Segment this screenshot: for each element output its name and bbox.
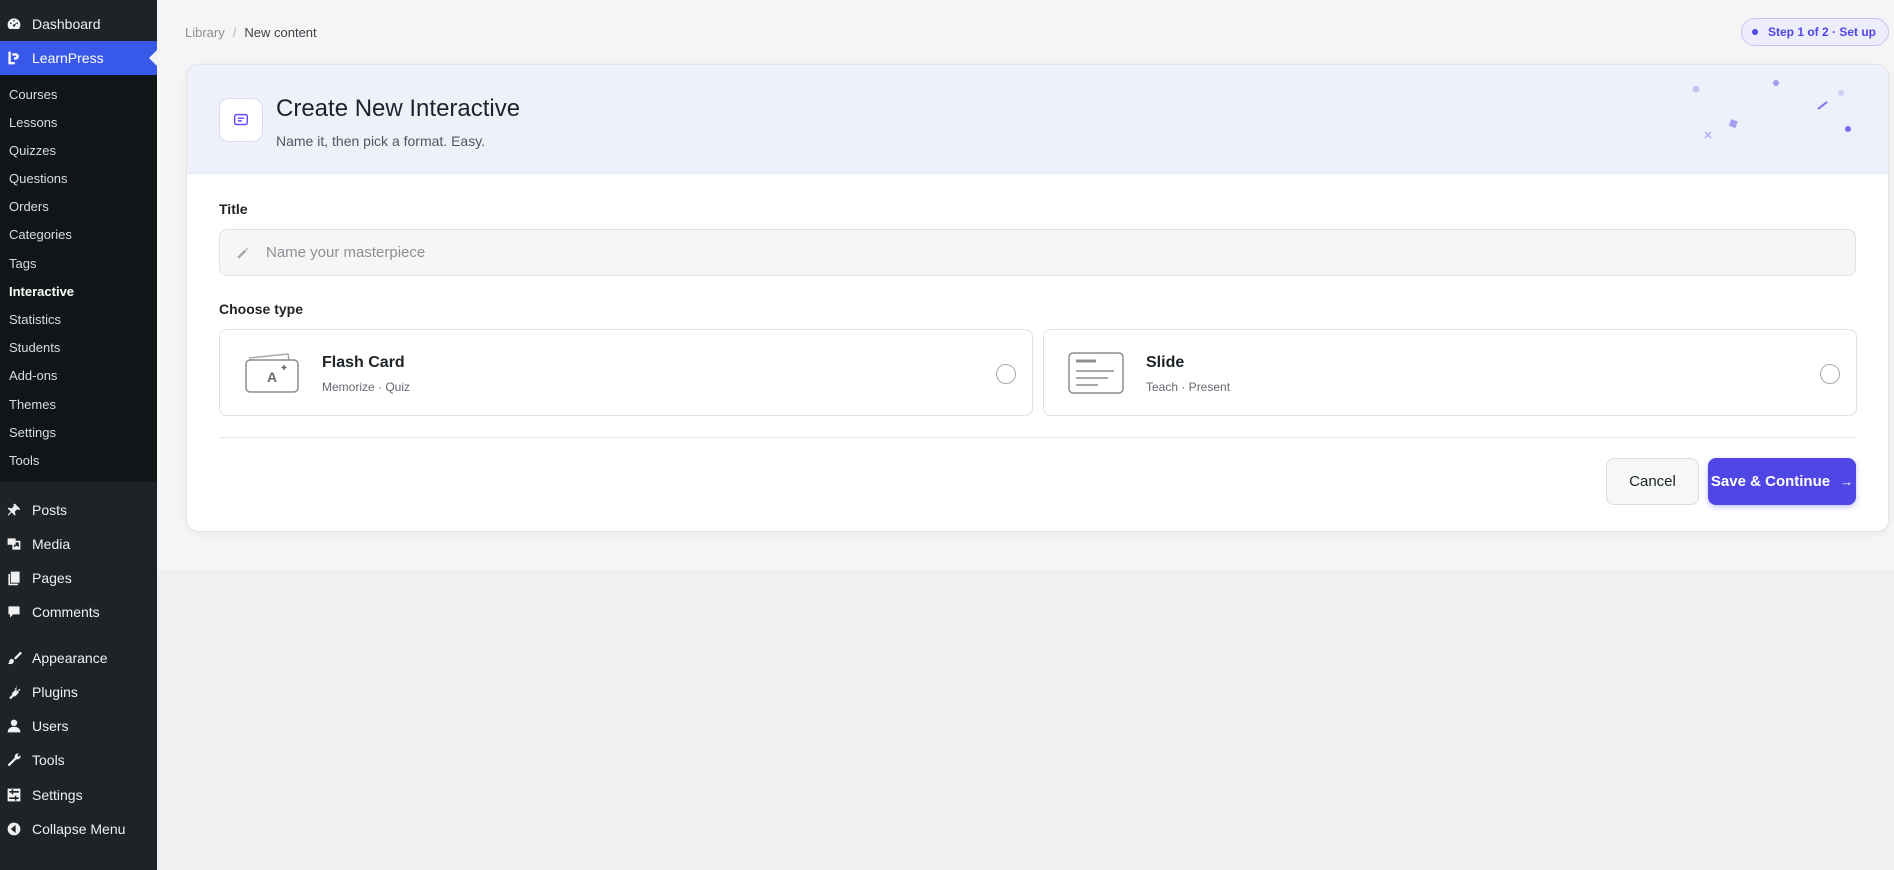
title-input[interactable] bbox=[266, 244, 1766, 261]
type-name: Flash Card bbox=[322, 354, 405, 371]
footer-divider bbox=[219, 437, 1856, 438]
plugin-icon bbox=[6, 684, 22, 700]
submenu-orders[interactable]: Orders bbox=[9, 199, 49, 215]
dashboard-icon bbox=[6, 16, 22, 32]
submenu-interactive[interactable]: Interactive bbox=[9, 284, 74, 300]
type-description: Teach · Present bbox=[1146, 380, 1231, 394]
learnpress-submenu: Courses Lessons Quizzes Questions Orders… bbox=[0, 75, 157, 482]
menu-label: Settings bbox=[32, 787, 83, 803]
menu-label: Users bbox=[32, 718, 69, 734]
admin-sidebar: Dashboard LearnPress Courses Lessons Qui… bbox=[0, 0, 157, 870]
submenu-statistics[interactable]: Statistics bbox=[9, 312, 61, 328]
svg-text:A: A bbox=[267, 369, 277, 385]
type-description: Memorize · Quiz bbox=[322, 380, 411, 394]
menu-learnpress[interactable]: LearnPress bbox=[0, 41, 157, 75]
media-icon bbox=[6, 536, 22, 552]
submenu-lessons[interactable]: Lessons bbox=[9, 115, 57, 131]
submenu-tags[interactable]: Tags bbox=[9, 256, 36, 272]
breadcrumb-current: New content bbox=[244, 25, 317, 40]
learnpress-icon bbox=[6, 50, 22, 66]
menu-media[interactable]: Media bbox=[0, 527, 157, 561]
menu-tools[interactable]: Tools bbox=[0, 743, 157, 777]
main-content: Library / New content Step 1 of 2 · Set up… bbox=[157, 0, 1894, 570]
submenu-tools[interactable]: Tools bbox=[9, 453, 39, 469]
menu-appearance[interactable]: Appearance bbox=[0, 641, 157, 675]
menu-label: Media bbox=[32, 536, 71, 552]
user-icon bbox=[6, 718, 22, 734]
arrow-right-icon: → bbox=[1840, 474, 1854, 489]
submenu-courses[interactable]: Courses bbox=[9, 87, 57, 103]
choose-type-label: Choose type bbox=[219, 301, 304, 317]
menu-label: LearnPress bbox=[32, 50, 104, 66]
step-badge: Step 1 of 2 · Set up bbox=[1740, 18, 1889, 46]
comment-icon bbox=[6, 604, 22, 620]
flash-card-icon: A bbox=[245, 353, 299, 393]
type-radio[interactable] bbox=[1820, 364, 1840, 384]
submenu-themes[interactable]: Themes bbox=[9, 397, 56, 413]
type-name: Slide bbox=[1146, 354, 1185, 371]
settings-icon bbox=[6, 787, 22, 803]
pencil-icon bbox=[237, 247, 249, 258]
collapse-menu-button[interactable]: Collapse Menu bbox=[0, 812, 157, 846]
confetti-decoration-icon bbox=[1692, 80, 1851, 139]
submenu-addons[interactable]: Add-ons bbox=[9, 368, 57, 384]
type-option-flash-card[interactable]: A Flash Card Memorize · Quiz bbox=[219, 329, 1033, 416]
card-header: Create New Interactive Name it, then pic… bbox=[187, 65, 1888, 174]
menu-label: Pages bbox=[32, 570, 72, 586]
slide-icon bbox=[1068, 352, 1124, 394]
menu-label: Dashboard bbox=[32, 16, 101, 32]
step-badge-text: Step 1 of 2 · Set up bbox=[1767, 25, 1876, 39]
breadcrumb: Library / New content bbox=[185, 25, 317, 40]
interactive-icon bbox=[219, 98, 263, 142]
title-field[interactable] bbox=[219, 229, 1856, 276]
menu-posts[interactable]: Posts bbox=[0, 493, 157, 527]
submenu-questions[interactable]: Questions bbox=[9, 171, 68, 187]
menu-label: Posts bbox=[32, 502, 68, 518]
create-interactive-card: Create New Interactive Name it, then pic… bbox=[186, 64, 1889, 532]
page-title: Create New Interactive bbox=[276, 95, 521, 122]
menu-label: Tools bbox=[32, 752, 65, 768]
submenu-quizzes[interactable]: Quizzes bbox=[9, 143, 56, 159]
menu-users[interactable]: Users bbox=[0, 709, 157, 743]
menu-label: Appearance bbox=[32, 650, 108, 666]
menu-label: Collapse Menu bbox=[32, 821, 126, 837]
cancel-button[interactable]: Cancel bbox=[1606, 458, 1699, 505]
menu-pages[interactable]: Pages bbox=[0, 561, 157, 595]
menu-label: Plugins bbox=[32, 684, 78, 700]
menu-label: Comments bbox=[32, 604, 100, 620]
menu-plugins[interactable]: Plugins bbox=[0, 675, 157, 709]
page-subtitle: Name it, then pick a format. Easy. bbox=[276, 133, 486, 149]
type-radio[interactable] bbox=[996, 364, 1016, 384]
menu-dashboard[interactable]: Dashboard bbox=[0, 7, 157, 41]
collapse-icon bbox=[6, 821, 22, 837]
submenu-categories[interactable]: Categories bbox=[9, 227, 72, 243]
wrench-icon bbox=[6, 752, 22, 768]
save-button-label: Save & Continue bbox=[1710, 473, 1831, 490]
breadcrumb-separator: / bbox=[232, 25, 237, 40]
type-option-slide[interactable]: Slide Teach · Present bbox=[1043, 329, 1857, 416]
submenu-students[interactable]: Students bbox=[9, 340, 60, 356]
menu-settings[interactable]: Settings bbox=[0, 778, 157, 812]
step-dot-icon bbox=[1751, 29, 1758, 35]
pin-icon bbox=[6, 502, 22, 518]
submenu-settings[interactable]: Settings bbox=[9, 425, 56, 441]
title-label: Title bbox=[219, 201, 248, 217]
pages-icon bbox=[6, 570, 22, 586]
menu-comments[interactable]: Comments bbox=[0, 595, 157, 629]
breadcrumb-library-link[interactable]: Library bbox=[185, 25, 225, 40]
brush-icon bbox=[6, 650, 22, 666]
save-continue-button[interactable]: Save & Continue → bbox=[1708, 458, 1856, 505]
